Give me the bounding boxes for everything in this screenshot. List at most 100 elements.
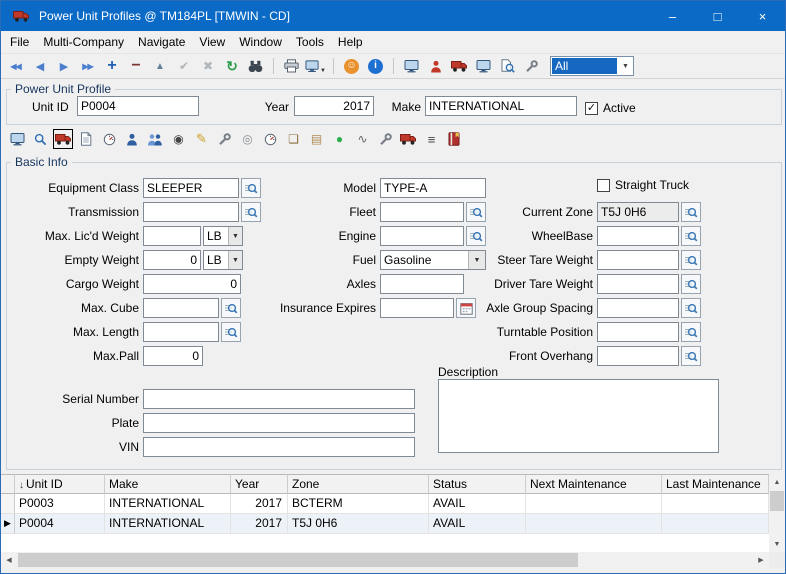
combo-arrow-icon[interactable]: ▼	[228, 251, 242, 269]
edit-record-icon[interactable]: ▲	[149, 56, 170, 77]
window-screen-icon[interactable]	[401, 56, 422, 77]
scroll-down-button[interactable]: ▼	[769, 536, 785, 552]
active-checkbox[interactable]: ✓	[585, 102, 598, 115]
column-header-last-maintenance[interactable]: Last Maintenance	[662, 474, 769, 494]
nav-first-icon[interactable]: ◀◀	[5, 56, 26, 77]
info-icon[interactable]: i	[365, 56, 386, 77]
power-unit-icon[interactable]	[53, 129, 73, 149]
max-length-input[interactable]	[143, 322, 219, 342]
screen-select-icon[interactable]: ▼	[305, 56, 326, 77]
gauge-icon[interactable]	[99, 129, 119, 149]
straight-truck-checkbox[interactable]	[597, 179, 610, 192]
engine-input[interactable]	[380, 226, 464, 246]
current-zone-input[interactable]	[597, 202, 679, 222]
description-textarea[interactable]	[438, 379, 719, 453]
combo-arrow-icon[interactable]: ▼	[228, 227, 242, 245]
turntable-position-input[interactable]	[597, 322, 679, 342]
axle-group-spacing-lookup-button[interactable]	[681, 298, 701, 318]
max-licd-weight-unit-combo[interactable]: LB ▼	[203, 226, 243, 246]
driver-tare-weight-lookup-button[interactable]	[681, 274, 701, 294]
menu-item-navigate[interactable]: Navigate	[131, 32, 192, 52]
empty-weight-input[interactable]	[143, 250, 201, 270]
status-icon[interactable]: ●	[329, 129, 349, 149]
model-input[interactable]	[380, 178, 486, 198]
horizontal-scrollbar[interactable]: ◀ ▶	[1, 552, 769, 568]
h-scroll-thumb[interactable]	[18, 553, 578, 567]
cd-icon[interactable]: ◎	[237, 129, 257, 149]
record-filter-combo[interactable]: All ▼	[550, 56, 634, 76]
plate-input[interactable]	[143, 413, 415, 433]
connector-icon[interactable]: ∿	[352, 129, 372, 149]
front-overhang-lookup-button[interactable]	[681, 346, 701, 366]
monitor-icon[interactable]	[473, 56, 494, 77]
user-icon[interactable]	[425, 56, 446, 77]
search-icon[interactable]	[30, 129, 50, 149]
combo-arrow-icon[interactable]: ▼	[618, 57, 633, 75]
feedback-smiley-icon[interactable]: ☺	[341, 56, 362, 77]
axle-group-spacing-input[interactable]	[597, 298, 679, 318]
scroll-right-button[interactable]: ▶	[753, 552, 769, 568]
maximize-button[interactable]: □	[695, 1, 740, 31]
scroll-up-button[interactable]: ▲	[769, 474, 785, 490]
column-header-make[interactable]: Make	[105, 474, 231, 494]
users-icon[interactable]	[145, 129, 165, 149]
year-input[interactable]	[294, 96, 374, 116]
wheelbase-lookup-button[interactable]	[681, 226, 701, 246]
list-icon[interactable]: ≡	[421, 129, 441, 149]
empty-weight-unit-combo[interactable]: LB ▼	[203, 250, 243, 270]
insurance-expires-date-button[interactable]	[456, 298, 476, 318]
titlebar[interactable]: Power Unit Profiles @ TM184PL [TMWIN - C…	[1, 1, 785, 31]
clipboard-icon[interactable]: ▤	[306, 129, 326, 149]
delete-record-icon[interactable]: −	[125, 56, 146, 77]
max-licd-weight-input[interactable]	[143, 226, 201, 246]
max-pall-input[interactable]	[143, 346, 203, 366]
edit-pencil-icon[interactable]: ✎	[191, 129, 211, 149]
document-icon[interactable]	[76, 129, 96, 149]
menu-item-view[interactable]: View	[192, 32, 232, 52]
wheelbase-input[interactable]	[597, 226, 679, 246]
column-header-next-maintenance[interactable]: Next Maintenance	[526, 474, 662, 494]
turntable-position-lookup-button[interactable]	[681, 322, 701, 342]
equipment-class-lookup-button[interactable]	[241, 178, 261, 198]
axles-input[interactable]	[380, 274, 464, 294]
minimize-button[interactable]: –	[650, 1, 695, 31]
close-button[interactable]: ×	[740, 1, 785, 31]
menu-item-multi-company[interactable]: Multi-Company	[36, 32, 131, 52]
column-header-zone[interactable]: Zone	[288, 474, 429, 494]
profile-screen-icon[interactable]	[7, 129, 27, 149]
search-records-icon[interactable]	[245, 56, 266, 77]
disc-icon[interactable]: ◉	[168, 129, 188, 149]
serial-number-input[interactable]	[143, 389, 415, 409]
insurance-expires-input[interactable]	[380, 298, 454, 318]
fleet-input[interactable]	[380, 202, 464, 222]
front-overhang-input[interactable]	[597, 346, 679, 366]
column-header-unit-id[interactable]: ↓Unit ID	[15, 474, 105, 494]
column-header-status[interactable]: Status	[429, 474, 526, 494]
tools-icon[interactable]	[521, 56, 542, 77]
nav-last-icon[interactable]: ▶▶	[77, 56, 98, 77]
steer-tare-weight-input[interactable]	[597, 250, 679, 270]
nav-prev-icon[interactable]: ◀	[29, 56, 50, 77]
truck-icon[interactable]	[398, 129, 418, 149]
transmission-input[interactable]	[143, 202, 239, 222]
menu-item-file[interactable]: File	[3, 32, 36, 52]
transmission-lookup-button[interactable]	[241, 202, 261, 222]
zoom-document-icon[interactable]	[497, 56, 518, 77]
make-input[interactable]	[425, 96, 577, 116]
menu-item-window[interactable]: Window	[232, 32, 289, 52]
print-icon[interactable]	[281, 56, 302, 77]
driver-tare-weight-input[interactable]	[597, 274, 679, 294]
equipment-class-input[interactable]	[143, 178, 239, 198]
column-header-year[interactable]: Year	[231, 474, 288, 494]
post-edit-icon[interactable]: ✔	[173, 56, 194, 77]
steer-tare-weight-lookup-button[interactable]	[681, 250, 701, 270]
fuel-combo[interactable]: Gasoline ▼	[380, 250, 486, 270]
cancel-edit-icon[interactable]: ✖	[197, 56, 218, 77]
max-length-lookup-button[interactable]	[221, 322, 241, 342]
scroll-left-button[interactable]: ◀	[1, 552, 17, 568]
manual-book-icon[interactable]	[444, 129, 464, 149]
nav-next-icon[interactable]: ▶	[53, 56, 74, 77]
dispatch-truck-icon[interactable]	[449, 56, 470, 77]
cargo-weight-input[interactable]	[143, 274, 241, 294]
refresh-icon[interactable]: ↻	[221, 56, 242, 77]
